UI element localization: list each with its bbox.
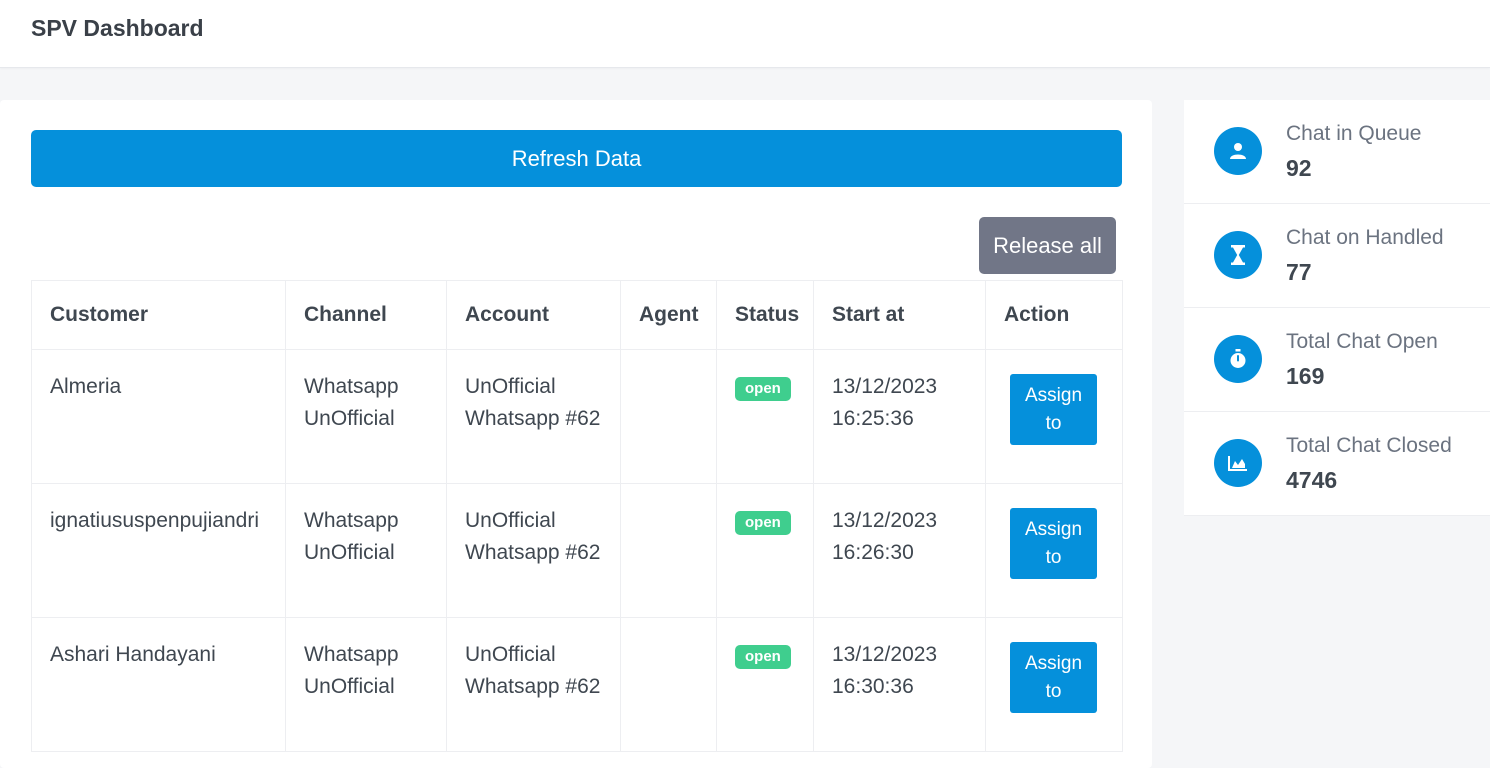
channel-cell: Whatsapp UnOfficial bbox=[285, 617, 447, 752]
table-row: Almeria Whatsapp UnOfficial UnOfficial W… bbox=[31, 349, 1123, 484]
column-header-channel: Channel bbox=[285, 280, 447, 350]
table-row: ignatiususpenpujiandri Whatsapp UnOffici… bbox=[31, 483, 1123, 618]
status-badge: open bbox=[735, 377, 791, 401]
stat-chat-on-handled: Chat on Handled 77 bbox=[1184, 204, 1490, 308]
status-cell: open bbox=[716, 483, 814, 618]
refresh-data-button[interactable]: Refresh Data bbox=[31, 130, 1122, 187]
stat-value: 92 bbox=[1286, 155, 1312, 181]
stat-label: Total Chat Open bbox=[1286, 330, 1438, 353]
hourglass-icon bbox=[1214, 231, 1262, 279]
stopwatch-icon bbox=[1214, 335, 1262, 383]
table-header-row: Customer Channel Account Agent Status St… bbox=[31, 280, 1123, 350]
column-header-agent: Agent bbox=[620, 280, 717, 350]
customer-cell: Ashari Handayani bbox=[31, 617, 286, 752]
column-header-status: Status bbox=[716, 280, 814, 350]
stat-label: Chat on Handled bbox=[1286, 226, 1444, 249]
user-icon bbox=[1214, 127, 1262, 175]
chat-table: Customer Channel Account Agent Status St… bbox=[31, 280, 1123, 752]
assign-to-button[interactable]: Assign to bbox=[1010, 374, 1097, 445]
status-cell: open bbox=[716, 349, 814, 484]
assign-to-button[interactable]: Assign to bbox=[1010, 642, 1097, 713]
account-cell: UnOfficial Whatsapp #62 bbox=[446, 617, 621, 752]
area-chart-icon bbox=[1214, 439, 1262, 487]
channel-cell: Whatsapp UnOfficial bbox=[285, 483, 447, 618]
channel-cell: Whatsapp UnOfficial bbox=[285, 349, 447, 484]
action-cell: Assign to bbox=[985, 617, 1123, 752]
assign-to-button[interactable]: Assign to bbox=[1010, 508, 1097, 579]
stat-chat-in-queue: Chat in Queue 92 bbox=[1184, 100, 1490, 204]
column-header-customer: Customer bbox=[31, 280, 286, 350]
column-header-account: Account bbox=[446, 280, 621, 350]
stats-panel: Chat in Queue 92 Chat on Handled 77 Tota… bbox=[1184, 100, 1490, 516]
page-title: SPV Dashboard bbox=[31, 15, 204, 41]
chat-list-card: Refresh Data Release all Customer Channe… bbox=[0, 100, 1152, 768]
customer-cell: ignatiususpenpujiandri bbox=[31, 483, 286, 618]
status-cell: open bbox=[716, 617, 814, 752]
account-cell: UnOfficial Whatsapp #62 bbox=[446, 483, 621, 618]
stat-total-chat-open: Total Chat Open 169 bbox=[1184, 308, 1490, 412]
customer-cell: Almeria bbox=[31, 349, 286, 484]
agent-cell bbox=[620, 617, 717, 752]
start-at-cell: 13/12/2023 16:25:36 bbox=[813, 349, 986, 484]
stat-value: 169 bbox=[1286, 363, 1325, 389]
stat-label: Total Chat Closed bbox=[1286, 434, 1452, 457]
table-row: Ashari Handayani Whatsapp UnOfficial UnO… bbox=[31, 617, 1123, 752]
top-bar: SPV Dashboard bbox=[0, 0, 1490, 68]
action-cell: Assign to bbox=[985, 483, 1123, 618]
column-header-start-at: Start at bbox=[813, 280, 986, 350]
stat-value: 4746 bbox=[1286, 467, 1338, 493]
agent-cell bbox=[620, 483, 717, 618]
column-header-action: Action bbox=[985, 280, 1123, 350]
start-at-cell: 13/12/2023 16:30:36 bbox=[813, 617, 986, 752]
account-cell: UnOfficial Whatsapp #62 bbox=[446, 349, 621, 484]
stat-total-chat-closed: Total Chat Closed 4746 bbox=[1184, 412, 1490, 516]
status-badge: open bbox=[735, 511, 791, 535]
release-all-button[interactable]: Release all bbox=[979, 217, 1116, 274]
stat-value: 77 bbox=[1286, 259, 1312, 285]
status-badge: open bbox=[735, 645, 791, 669]
agent-cell bbox=[620, 349, 717, 484]
action-cell: Assign to bbox=[985, 349, 1123, 484]
start-at-cell: 13/12/2023 16:26:30 bbox=[813, 483, 986, 618]
stat-label: Chat in Queue bbox=[1286, 122, 1422, 145]
